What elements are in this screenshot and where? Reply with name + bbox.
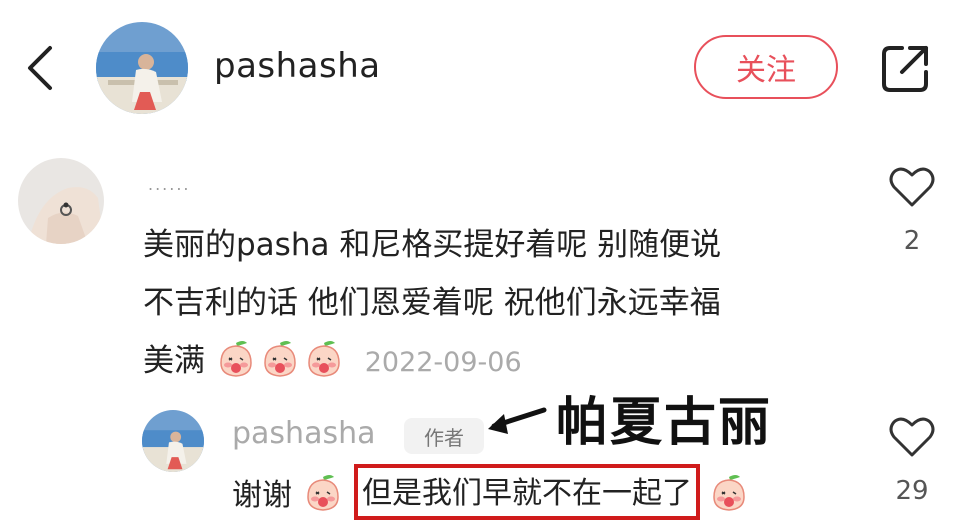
- follow-button[interactable]: 关注: [694, 35, 838, 99]
- avatar-image: [142, 410, 204, 472]
- peach-emoji: [308, 341, 340, 377]
- reply-body: 谢谢 但是我们早就不在一起了: [232, 462, 752, 522]
- reply-like-button[interactable]: [888, 415, 936, 459]
- commenter-avatar[interactable]: [18, 158, 104, 244]
- author-badge: 作者: [404, 418, 484, 454]
- annotation-arrow: [488, 404, 548, 438]
- peach-emoji: [264, 341, 296, 377]
- peach-emoji: [713, 475, 745, 511]
- avatar-image: [18, 158, 104, 244]
- header-username[interactable]: pashasha: [214, 46, 381, 86]
- back-button[interactable]: [22, 40, 62, 96]
- heart-icon: [889, 167, 935, 207]
- heart-icon: [889, 417, 935, 457]
- highlighted-reply-text: 但是我们早就不在一起了: [354, 464, 700, 520]
- comment-date: 2022-09-06: [364, 347, 522, 378]
- avatar-image: [96, 22, 188, 114]
- like-button[interactable]: [888, 165, 936, 209]
- comment-text-line: 不吉利的话 他们恩爱着呢 祝他们永远幸福: [143, 285, 721, 321]
- peach-emoji: [307, 475, 339, 511]
- share-button[interactable]: [878, 40, 934, 96]
- comment-text-line: 美丽的pasha 和尼格买提好着呢 别随便说: [143, 227, 722, 263]
- comment-text-line: 美满: [143, 343, 205, 379]
- like-count: 2: [903, 226, 921, 256]
- reply-avatar[interactable]: [142, 410, 204, 472]
- share-icon: [882, 46, 928, 92]
- peach-emoji: [220, 341, 252, 377]
- reply-username[interactable]: pashasha: [232, 416, 375, 451]
- reply-like-count: 29: [895, 476, 929, 506]
- commenter-username[interactable]: ......: [148, 175, 191, 194]
- profile-avatar[interactable]: [96, 22, 188, 114]
- annotation-label: 帕夏古丽: [556, 393, 773, 453]
- comment-body: 美丽的pasha 和尼格买提好着呢 别随便说 不吉利的话 他们恩爱着呢 祝他们永…: [143, 216, 843, 392]
- reply-text: 谢谢: [232, 478, 292, 513]
- back-icon: [28, 46, 52, 90]
